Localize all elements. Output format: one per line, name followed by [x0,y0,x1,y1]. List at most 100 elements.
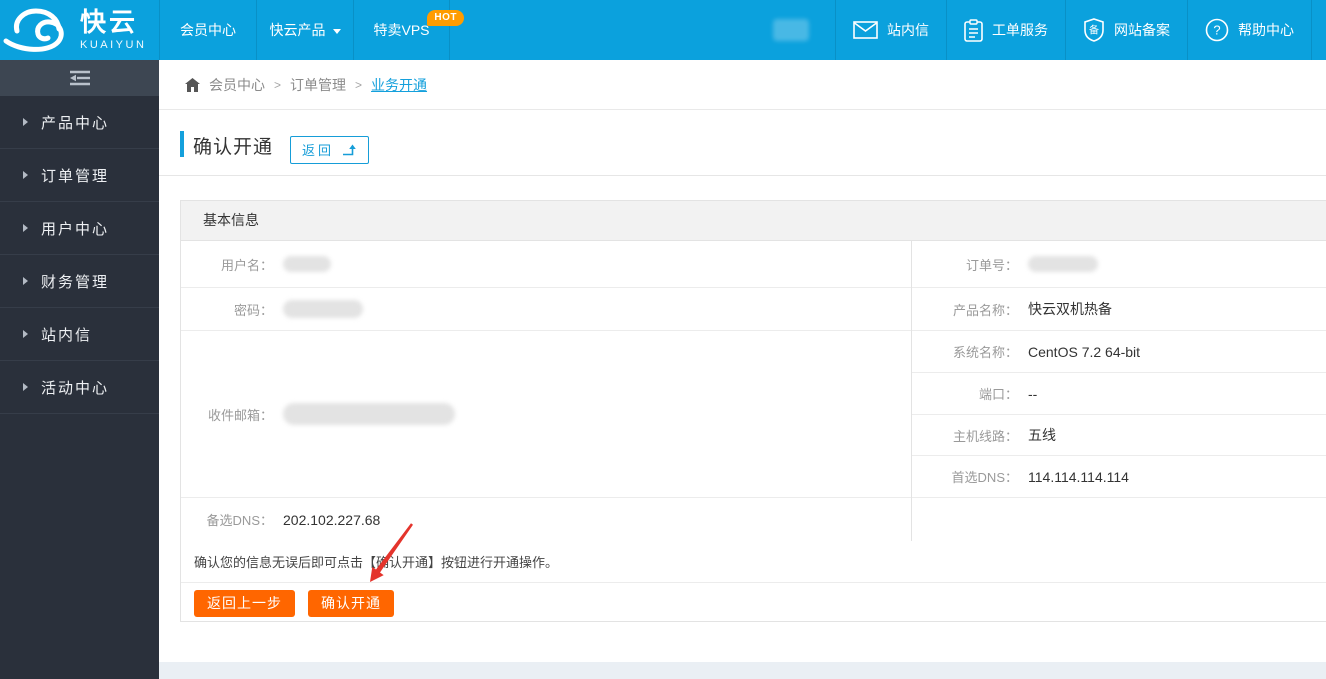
svg-text:?: ? [1213,23,1220,38]
menu-item-vps-sale[interactable]: 特卖VPS HOT [353,0,464,60]
field-label: 产品名称： [952,302,1018,318]
logo-title-cn: 快云 [80,7,139,37]
nav-item-label: 工单服务 [992,22,1048,38]
sidebar-item-activity-center[interactable]: 活动中心 [0,361,159,414]
sidebar-item-user-center[interactable]: 用户中心 [0,202,159,255]
page-title-row: 确认开通 返回 [159,110,1326,176]
breadcrumb-member-center[interactable]: 会员中心 [209,75,265,95]
breadcrumb-business-activation[interactable]: 业务开通 [371,75,427,95]
sidebar-item-label: 活动中心 [41,379,110,397]
sidebar-item-label: 用户中心 [41,220,110,238]
confirmation-note: 确认您的信息无误后即可点击【确认开通】按钮进行开通操作。 [181,541,1326,583]
field-label: 订单号： [965,257,1018,273]
field-value: -- [1028,385,1038,402]
nav-item-label: 帮助中心 [1238,22,1294,38]
username-redacted[interactable] [773,19,809,41]
field-label: 收件邮箱： [207,407,273,423]
row-product-name: 产品名称： 快云双机热备 [912,288,1326,331]
panel-header: 基本信息 [181,201,1326,241]
page-title: 确认开通 [193,137,274,158]
kuaiyun-logo[interactable]: 快云 KUAIYUN [0,0,159,60]
previous-step-button[interactable]: 返回上一步 [194,589,295,617]
triangle-right-icon [23,330,28,338]
nav-item-work-order[interactable]: 工单服务 [946,0,1065,60]
row-system-name: 系统名称： CentOS 7.2 64-bit [912,331,1326,373]
field-label: 密码： [233,302,273,318]
title-accent-bar [180,131,184,157]
triangle-right-icon [23,383,28,391]
row-recipient-email: 收件邮箱： [181,331,911,498]
breadcrumb: 会员中心 > 订单管理 > 业务开通 [159,60,1326,110]
breadcrumb-separator: > [274,77,282,92]
row-port: 端口： -- [912,373,1326,415]
sidebar-item-label: 财务管理 [41,273,110,291]
collapse-menu-icon [69,70,90,86]
row-primary-dns: 首选DNS： 114.114.114.114 [912,456,1326,498]
main-content: 会员中心 > 订单管理 > 业务开通 确认开通 返回 基本信息 用户名： 密码：… [159,60,1326,679]
logo-title-en: KUAIYUN [80,39,147,51]
sidebar-item-product-center[interactable]: 产品中心 [0,96,159,149]
breadcrumb-separator: > [355,77,363,92]
triangle-right-icon [23,277,28,285]
return-arrow-icon [343,144,356,155]
row-secondary-dns: 备选DNS： 202.102.227.68 [181,498,911,541]
nav-item-icp-record[interactable]: 备 网站备案 [1065,0,1187,60]
field-label: 首选DNS： [951,470,1018,485]
sidebar: 产品中心 订单管理 用户中心 财务管理 站内信 活动中心 [0,60,159,679]
basic-info-panel: 基本信息 用户名： 密码： 收件邮箱： 备选DNS： 202.102.227.6… [180,200,1326,622]
row-host-line: 主机线路： 五线 [912,415,1326,456]
redacted-value [1028,256,1098,272]
sidebar-item-order-management[interactable]: 订单管理 [0,149,159,202]
sidebar-collapse-toggle[interactable] [0,60,159,96]
back-button-label: 返回 [302,143,335,158]
home-icon [185,77,200,92]
triangle-right-icon [23,171,28,179]
panel-left-column: 用户名： 密码： 收件邮箱： 备选DNS： 202.102.227.68 [181,241,911,541]
sidebar-item-inbox[interactable]: 站内信 [0,308,159,361]
record-shield-icon: 备 [1084,18,1104,42]
cloud-swirl-icon [3,8,64,52]
redacted-value [283,256,331,272]
svg-text:备: 备 [1089,24,1099,37]
nav-item-inbox[interactable]: 站内信 [835,0,946,60]
triangle-right-icon [23,118,28,126]
triangle-right-icon [23,224,28,232]
field-label: 端口： [978,387,1018,402]
field-label: 备选DNS： [206,513,273,528]
field-value: 114.114.114.114 [1028,468,1129,485]
sidebar-item-label: 产品中心 [41,114,110,132]
nav-item-label: 站内信 [887,22,929,38]
row-empty [912,498,1326,541]
work-order-icon [964,18,983,42]
help-icon: ? [1205,18,1229,42]
top-navbar: 快云 KUAIYUN 会员中心 快云产品 特卖VPS HOT 站内信 工单服务 … [0,0,1326,60]
nav-item-label: 网站备案 [1114,22,1170,38]
menu-item-products[interactable]: 快云产品 [256,0,353,60]
field-value: CentOS 7.2 64-bit [1028,343,1141,360]
panel-right-column: 订单号： 产品名称： 快云双机热备 系统名称： CentOS 7.2 64-bi… [911,241,1326,541]
row-password: 密码： [181,288,911,331]
nav-item-help-center[interactable]: ? 帮助中心 [1187,0,1312,60]
chevron-down-icon [332,28,341,34]
sidebar-item-finance[interactable]: 财务管理 [0,255,159,308]
back-button[interactable]: 返回 [290,136,370,164]
menu-item-label: 会员中心 [180,22,236,38]
menu-item-label: 特卖VPS [373,22,430,38]
field-value: 五线 [1028,427,1056,443]
footer-strip [159,662,1326,679]
primary-menu: 会员中心 快云产品 特卖VPS HOT [159,0,464,60]
field-value: 202.102.227.68 [283,511,381,528]
breadcrumb-order-management[interactable]: 订单管理 [290,75,346,95]
menu-item-member-center[interactable]: 会员中心 [159,0,256,60]
redacted-value [283,403,455,425]
row-order-number: 订单号： [912,241,1326,288]
row-username: 用户名： [181,241,911,288]
field-label: 主机线路： [952,428,1018,444]
field-value: 快云双机热备 [1028,301,1112,317]
field-label: 用户名： [220,257,273,273]
action-button-row: 返回上一步 确认开通 [181,583,1326,623]
confirm-activation-button[interactable]: 确认开通 [308,589,394,617]
mail-icon [853,21,878,39]
logo-text: 快云 KUAIYUN [80,9,146,51]
menu-item-label: 快云产品 [269,22,326,38]
